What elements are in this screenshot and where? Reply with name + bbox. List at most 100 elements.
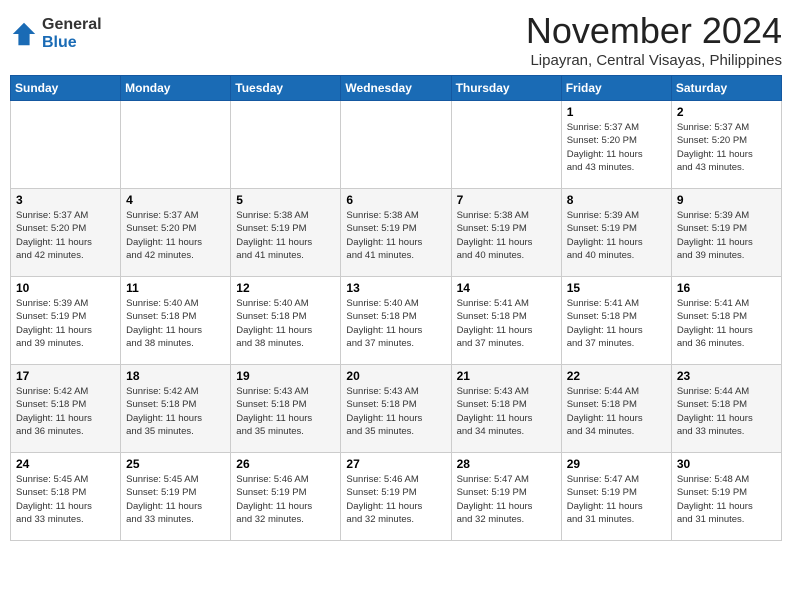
calendar-cell: 1 Sunrise: 5:37 AM Sunset: 5:20 PM Daylig… — [561, 101, 671, 189]
day-number: 1 — [567, 105, 666, 119]
month-title: November 2024 — [526, 10, 782, 52]
calendar-week-row: 24 Sunrise: 5:45 AM Sunset: 5:18 PM Dayli… — [11, 453, 782, 541]
day-number: 18 — [126, 369, 225, 383]
calendar-cell: 27Sunrise: 5:46 AM Sunset: 5:19 PM Dayli… — [341, 453, 451, 541]
day-info: Sunrise: 5:42 AM Sunset: 5:18 PM Dayligh… — [16, 385, 115, 438]
calendar-header-monday: Monday — [121, 76, 231, 101]
calendar-cell: 30 Sunrise: 5:48 AM Sunset: 5:19 PM Dayli… — [671, 453, 781, 541]
calendar-cell: 29 Sunrise: 5:47 AM Sunset: 5:19 PM Dayli… — [561, 453, 671, 541]
day-number: 28 — [457, 457, 556, 471]
calendar-cell: 3Sunrise: 5:37 AM Sunset: 5:20 PM Daylig… — [11, 189, 121, 277]
calendar-cell — [451, 101, 561, 189]
day-info: Sunrise: 5:43 AM Sunset: 5:18 PM Dayligh… — [346, 385, 445, 438]
day-info: Sunrise: 5:41 AM Sunset: 5:18 PM Dayligh… — [457, 297, 556, 350]
day-number: 2 — [677, 105, 776, 119]
calendar-cell: 4Sunrise: 5:37 AM Sunset: 5:20 PM Daylig… — [121, 189, 231, 277]
calendar-header-tuesday: Tuesday — [231, 76, 341, 101]
logo-general: General — [42, 16, 102, 33]
day-info: Sunrise: 5:40 AM Sunset: 5:18 PM Dayligh… — [236, 297, 335, 350]
day-number: 23 — [677, 369, 776, 383]
day-number: 26 — [236, 457, 335, 471]
day-number: 6 — [346, 193, 445, 207]
calendar-cell — [341, 101, 451, 189]
day-info: Sunrise: 5:48 AM Sunset: 5:19 PM Dayligh… — [677, 473, 776, 526]
calendar-header-thursday: Thursday — [451, 76, 561, 101]
day-info: Sunrise: 5:40 AM Sunset: 5:18 PM Dayligh… — [346, 297, 445, 350]
calendar-cell — [231, 101, 341, 189]
calendar-cell: 23 Sunrise: 5:44 AM Sunset: 5:18 PM Dayli… — [671, 365, 781, 453]
day-info: Sunrise: 5:39 AM Sunset: 5:19 PM Dayligh… — [677, 209, 776, 262]
calendar-cell: 21Sunrise: 5:43 AM Sunset: 5:18 PM Dayli… — [451, 365, 561, 453]
day-number: 29 — [567, 457, 666, 471]
day-number: 15 — [567, 281, 666, 295]
calendar-cell: 14 Sunrise: 5:41 AM Sunset: 5:18 PM Dayli… — [451, 277, 561, 365]
day-info: Sunrise: 5:43 AM Sunset: 5:18 PM Dayligh… — [236, 385, 335, 438]
day-number: 16 — [677, 281, 776, 295]
calendar-table: SundayMondayTuesdayWednesdayThursdayFrid… — [10, 75, 782, 541]
day-info: Sunrise: 5:38 AM Sunset: 5:19 PM Dayligh… — [346, 209, 445, 262]
page-header: General Blue November 2024 Lipayran, Cen… — [10, 10, 782, 69]
day-info: Sunrise: 5:44 AM Sunset: 5:18 PM Dayligh… — [567, 385, 666, 438]
day-info: Sunrise: 5:47 AM Sunset: 5:19 PM Dayligh… — [567, 473, 666, 526]
calendar-cell: 15 Sunrise: 5:41 AM Sunset: 5:18 PM Dayli… — [561, 277, 671, 365]
day-info: Sunrise: 5:46 AM Sunset: 5:19 PM Dayligh… — [236, 473, 335, 526]
day-info: Sunrise: 5:37 AM Sunset: 5:20 PM Dayligh… — [677, 121, 776, 174]
calendar-cell: 6 Sunrise: 5:38 AM Sunset: 5:19 PM Daylig… — [341, 189, 451, 277]
day-info: Sunrise: 5:37 AM Sunset: 5:20 PM Dayligh… — [16, 209, 115, 262]
calendar-cell: 28 Sunrise: 5:47 AM Sunset: 5:19 PM Dayli… — [451, 453, 561, 541]
day-number: 19 — [236, 369, 335, 383]
day-info: Sunrise: 5:37 AM Sunset: 5:20 PM Dayligh… — [126, 209, 225, 262]
calendar-cell — [11, 101, 121, 189]
day-number: 11 — [126, 281, 225, 295]
day-number: 17 — [16, 369, 115, 383]
day-info: Sunrise: 5:44 AM Sunset: 5:18 PM Dayligh… — [677, 385, 776, 438]
calendar-cell: 9 Sunrise: 5:39 AM Sunset: 5:19 PM Daylig… — [671, 189, 781, 277]
calendar-cell: 17 Sunrise: 5:42 AM Sunset: 5:18 PM Dayli… — [11, 365, 121, 453]
day-number: 13 — [346, 281, 445, 295]
day-info: Sunrise: 5:42 AM Sunset: 5:18 PM Dayligh… — [126, 385, 225, 438]
calendar-header-wednesday: Wednesday — [341, 76, 451, 101]
day-info: Sunrise: 5:41 AM Sunset: 5:18 PM Dayligh… — [567, 297, 666, 350]
day-info: Sunrise: 5:47 AM Sunset: 5:19 PM Dayligh… — [457, 473, 556, 526]
day-number: 10 — [16, 281, 115, 295]
calendar-cell: 24 Sunrise: 5:45 AM Sunset: 5:18 PM Dayli… — [11, 453, 121, 541]
day-number: 8 — [567, 193, 666, 207]
day-number: 12 — [236, 281, 335, 295]
calendar-cell: 12 Sunrise: 5:40 AM Sunset: 5:18 PM Dayli… — [231, 277, 341, 365]
day-number: 30 — [677, 457, 776, 471]
calendar-week-row: 1 Sunrise: 5:37 AM Sunset: 5:20 PM Daylig… — [11, 101, 782, 189]
day-number: 9 — [677, 193, 776, 207]
logo-icon — [10, 20, 38, 48]
title-block: November 2024 Lipayran, Central Visayas,… — [526, 10, 782, 69]
calendar-cell: 20 Sunrise: 5:43 AM Sunset: 5:18 PM Dayli… — [341, 365, 451, 453]
day-number: 21 — [457, 369, 556, 383]
calendar-header-friday: Friday — [561, 76, 671, 101]
day-number: 14 — [457, 281, 556, 295]
calendar-cell: 5 Sunrise: 5:38 AM Sunset: 5:19 PM Daylig… — [231, 189, 341, 277]
day-number: 5 — [236, 193, 335, 207]
day-number: 25 — [126, 457, 225, 471]
day-number: 22 — [567, 369, 666, 383]
calendar-header-row: SundayMondayTuesdayWednesdayThursdayFrid… — [11, 76, 782, 101]
day-number: 24 — [16, 457, 115, 471]
calendar-cell: 7Sunrise: 5:38 AM Sunset: 5:19 PM Daylig… — [451, 189, 561, 277]
logo: General Blue — [10, 16, 102, 51]
logo-blue: Blue — [42, 34, 77, 51]
calendar-cell: 25Sunrise: 5:45 AM Sunset: 5:19 PM Dayli… — [121, 453, 231, 541]
day-info: Sunrise: 5:39 AM Sunset: 5:19 PM Dayligh… — [567, 209, 666, 262]
day-info: Sunrise: 5:39 AM Sunset: 5:19 PM Dayligh… — [16, 297, 115, 350]
calendar-cell: 11Sunrise: 5:40 AM Sunset: 5:18 PM Dayli… — [121, 277, 231, 365]
calendar-week-row: 3Sunrise: 5:37 AM Sunset: 5:20 PM Daylig… — [11, 189, 782, 277]
calendar-cell — [121, 101, 231, 189]
day-number: 20 — [346, 369, 445, 383]
day-info: Sunrise: 5:37 AM Sunset: 5:20 PM Dayligh… — [567, 121, 666, 174]
calendar-header-saturday: Saturday — [671, 76, 781, 101]
calendar-cell: 8 Sunrise: 5:39 AM Sunset: 5:19 PM Daylig… — [561, 189, 671, 277]
location: Lipayran, Central Visayas, Philippines — [526, 52, 782, 69]
day-info: Sunrise: 5:45 AM Sunset: 5:18 PM Dayligh… — [16, 473, 115, 526]
calendar-cell: 26 Sunrise: 5:46 AM Sunset: 5:19 PM Dayli… — [231, 453, 341, 541]
calendar-cell: 16Sunrise: 5:41 AM Sunset: 5:18 PM Dayli… — [671, 277, 781, 365]
day-info: Sunrise: 5:38 AM Sunset: 5:19 PM Dayligh… — [457, 209, 556, 262]
calendar-cell: 22 Sunrise: 5:44 AM Sunset: 5:18 PM Dayli… — [561, 365, 671, 453]
day-info: Sunrise: 5:38 AM Sunset: 5:19 PM Dayligh… — [236, 209, 335, 262]
